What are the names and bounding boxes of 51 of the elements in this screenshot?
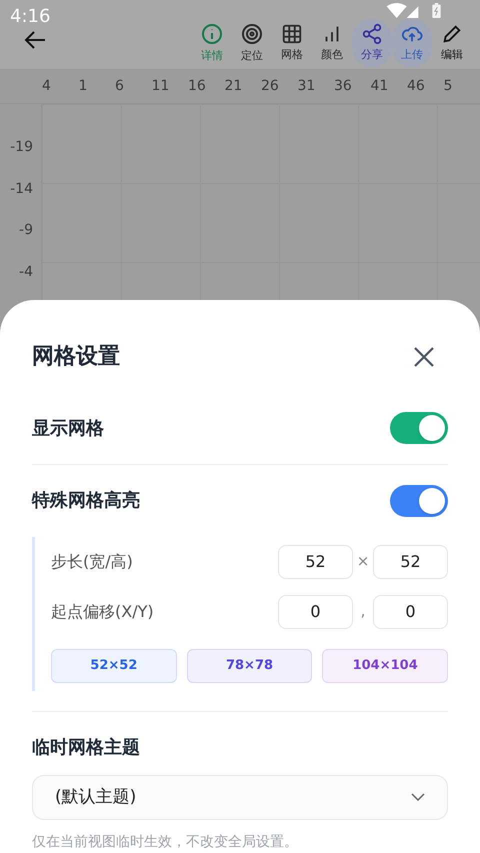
target-icon: [240, 22, 264, 46]
ruler-label: 26: [261, 77, 280, 96]
back-icon[interactable]: [24, 30, 46, 50]
battery-icon: [432, 3, 441, 18]
ruler-label: 31: [298, 77, 316, 96]
grid-icon: [281, 22, 303, 45]
toolbar-button[interactable]: 颜色: [312, 19, 352, 67]
ruler-label: 21: [224, 77, 244, 96]
wifi-icon: [385, 3, 420, 18]
ruler-label: 1: [78, 77, 88, 96]
hint-text: 仅在当前视图临时生效，不改变全局设置。: [32, 833, 299, 852]
field-label: 步长(宽/高): [51, 550, 134, 573]
toolbar-button[interactable]: 定位: [232, 19, 272, 67]
separator: ×: [356, 551, 370, 572]
number-field[interactable]: 52: [278, 544, 353, 579]
ruler-label: -9: [19, 221, 33, 240]
toggle-label: 特殊网格高亮: [32, 489, 140, 514]
toggle-label: 显示网格: [32, 416, 104, 441]
ruler-label: -14: [10, 180, 33, 198]
number-field[interactable]: 52: [373, 544, 448, 579]
ruler-label: -4: [19, 262, 33, 282]
toolbar-button[interactable]: 网格: [272, 19, 312, 67]
share-icon: [361, 22, 383, 45]
ruler-label: 11: [152, 77, 170, 96]
toggle-switch[interactable]: [390, 484, 448, 517]
preset-button[interactable]: 52×52: [51, 648, 177, 683]
ruler-label: 16: [188, 77, 207, 96]
ruler-label: 46: [407, 77, 426, 96]
field-label: 起点偏移(X/Y): [51, 600, 155, 623]
chevron-down-icon: [411, 793, 425, 802]
ruler-label: -19: [10, 138, 33, 157]
preset-button[interactable]: 104×104: [322, 648, 448, 683]
ruler-label: 41: [370, 77, 390, 96]
toolbar-button[interactable]: 编辑: [432, 19, 472, 67]
toggle-switch[interactable]: [390, 412, 448, 444]
ruler-label: 5: [444, 77, 454, 96]
toolbar-button[interactable]: 分享: [352, 19, 392, 67]
sheet-title: 网格设置: [32, 343, 120, 371]
theme-select[interactable]: (默认主题): [32, 774, 448, 820]
close-icon[interactable]: [414, 346, 434, 366]
status-time: 4:16: [10, 5, 50, 29]
ruler-label: 36: [334, 77, 353, 96]
ruler-label: 4: [42, 77, 52, 96]
number-field[interactable]: 0: [278, 594, 353, 629]
preset-button[interactable]: 78×78: [186, 648, 312, 683]
number-field[interactable]: 0: [373, 594, 448, 629]
info-icon: [200, 22, 224, 46]
pencil-icon: [441, 22, 463, 45]
section-label: 临时网格主题: [32, 736, 140, 758]
separator: ,: [360, 601, 366, 622]
ruler-label: 6: [115, 77, 125, 96]
